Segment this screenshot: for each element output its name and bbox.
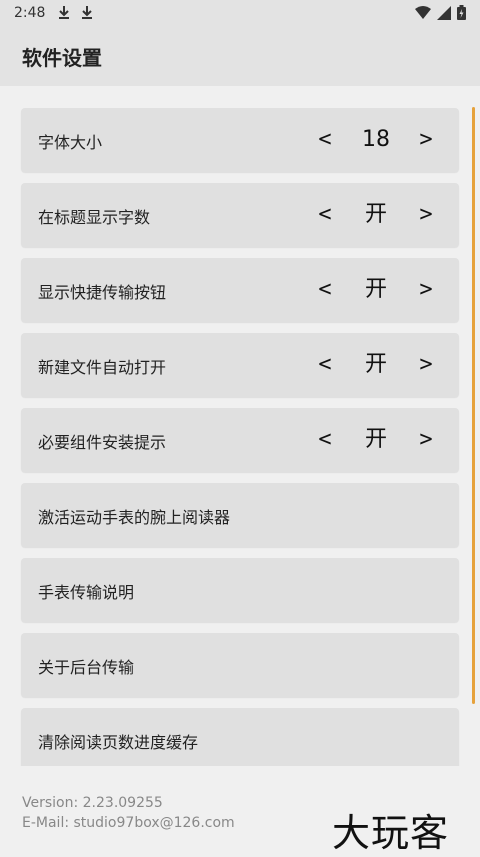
page-title: 软件设置	[22, 46, 102, 70]
setting-component-install-tip: 必要组件安装提示 < 开 >	[21, 408, 459, 472]
setting-watch-transfer-help[interactable]: 手表传输说明	[21, 558, 459, 622]
install-tip-prev-button[interactable]: <	[313, 422, 337, 458]
setting-clear-reading-cache[interactable]: 清除阅读页数进度缓存	[21, 708, 459, 766]
scrollbar[interactable]	[472, 107, 475, 704]
setting-label: 显示快捷传输按钮	[38, 283, 167, 302]
title-word-count-value: 开	[364, 202, 387, 227]
wifi-icon	[415, 5, 431, 24]
setting-title-word-count: 在标题显示字数 < 开 >	[21, 183, 459, 247]
font-size-increase-button[interactable]: >	[414, 122, 438, 158]
setting-label: 激活运动手表的腕上阅读器	[38, 508, 231, 527]
title-word-count-next-button[interactable]: >	[414, 197, 438, 233]
setting-label: 清除阅读页数进度缓存	[38, 733, 199, 752]
download-icon	[81, 5, 93, 20]
setting-label: 新建文件自动打开	[38, 358, 167, 377]
setting-label: 必要组件安装提示	[38, 433, 167, 452]
setting-label: 关于后台传输	[38, 658, 135, 677]
setting-background-transfer[interactable]: 关于后台传输	[21, 633, 459, 697]
settings-list: 字体大小 < 18 > 在标题显示字数 < 开 > 显示快捷传输按钮 < 开 >…	[21, 108, 459, 766]
watermark-logo: 大玩客	[332, 811, 450, 855]
status-bar: 2:48	[0, 0, 480, 26]
auto-open-prev-button[interactable]: <	[313, 347, 337, 383]
quick-transfer-value: 开	[364, 277, 387, 302]
title-word-count-prev-button[interactable]: <	[313, 197, 337, 233]
quick-transfer-prev-button[interactable]: <	[313, 272, 337, 308]
download-icon	[58, 5, 70, 20]
auto-open-value: 开	[364, 352, 387, 377]
install-tip-next-button[interactable]: >	[414, 422, 438, 458]
setting-label: 字体大小	[38, 133, 103, 152]
email-text: E-Mail: studio97box@126.com	[22, 815, 235, 831]
version-text: Version: 2.23.09255	[22, 795, 163, 811]
install-tip-value: 开	[364, 427, 387, 452]
setting-quick-transfer-button: 显示快捷传输按钮 < 开 >	[21, 258, 459, 322]
setting-auto-open-new-file: 新建文件自动打开 < 开 >	[21, 333, 459, 397]
auto-open-next-button[interactable]: >	[414, 347, 438, 383]
quick-transfer-next-button[interactable]: >	[414, 272, 438, 308]
font-size-value: 18	[362, 127, 390, 152]
signal-icon	[437, 5, 451, 24]
font-size-decrease-button[interactable]: <	[313, 122, 337, 158]
battery-icon	[457, 5, 466, 24]
status-time: 2:48	[14, 5, 46, 21]
setting-label: 手表传输说明	[38, 583, 135, 602]
setting-font-size: 字体大小 < 18 >	[21, 108, 459, 172]
app-info-footer: Version: 2.23.09255 E-Mail: studio97box@…	[22, 793, 235, 833]
app-bar: 软件设置	[0, 26, 480, 86]
settings-content: 字体大小 < 18 > 在标题显示字数 < 开 > 显示快捷传输按钮 < 开 >…	[0, 86, 480, 766]
setting-activate-wrist-reader[interactable]: 激活运动手表的腕上阅读器	[21, 483, 459, 547]
setting-label: 在标题显示字数	[38, 208, 151, 227]
